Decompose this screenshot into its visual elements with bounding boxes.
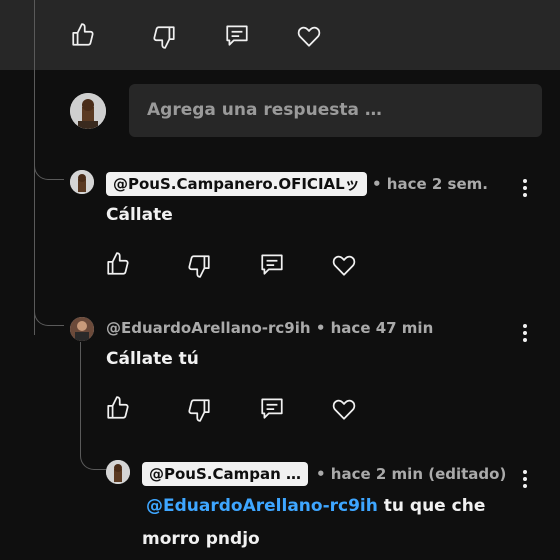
comment-time: • hace 47 min — [315, 319, 434, 337]
like-icon[interactable] — [105, 395, 131, 421]
reply-icon[interactable] — [259, 251, 285, 277]
comment-time: • hace 2 sem. — [372, 175, 488, 193]
author-chip[interactable]: @PouS.Campan … — [142, 462, 308, 486]
heart-icon[interactable] — [331, 396, 357, 422]
avatar — [106, 460, 130, 484]
thread-line-branch — [34, 140, 64, 180]
dislike-icon[interactable] — [151, 24, 177, 50]
reply-icon[interactable] — [259, 395, 285, 421]
comment-text: Cállate tú — [106, 349, 199, 369]
comment-meta: @EduardoArellano-rc9ih • hace 47 min — [106, 319, 433, 337]
reply-icon[interactable] — [224, 22, 250, 48]
like-icon[interactable] — [70, 22, 96, 48]
author-name[interactable]: @EduardoArellano-rc9ih — [106, 319, 311, 337]
thread-line-branch — [34, 290, 64, 326]
comment-time: • hace 2 min (editado) — [316, 465, 507, 483]
avatar — [70, 170, 94, 194]
like-icon[interactable] — [105, 251, 131, 277]
heart-icon[interactable] — [331, 252, 357, 278]
mention-link[interactable]: @EduardoArellano-rc9ih — [146, 496, 378, 516]
more-vert-icon[interactable] — [515, 322, 535, 346]
thread-line-branch — [80, 430, 106, 470]
dislike-icon[interactable] — [186, 397, 212, 423]
reply-input[interactable]: Agrega una respuesta … — [129, 84, 542, 137]
more-vert-icon[interactable] — [515, 177, 535, 201]
comment-text: @EduardoArellano-rc9ih tu que che — [146, 496, 485, 516]
thread-line-nested — [80, 342, 81, 442]
comment-text: Cállate — [106, 205, 173, 225]
reply-input-placeholder: Agrega una respuesta … — [147, 100, 382, 120]
dislike-icon[interactable] — [186, 253, 212, 279]
comment-text-rest: tu que che — [383, 496, 486, 516]
more-vert-icon[interactable] — [515, 468, 535, 492]
avatar — [70, 317, 94, 341]
user-avatar — [70, 93, 106, 129]
heart-icon[interactable] — [296, 23, 322, 49]
author-chip[interactable]: @PouS.Campanero.OFICIALッ — [106, 172, 367, 196]
comment-text-line2: morro pndjo — [142, 529, 260, 549]
